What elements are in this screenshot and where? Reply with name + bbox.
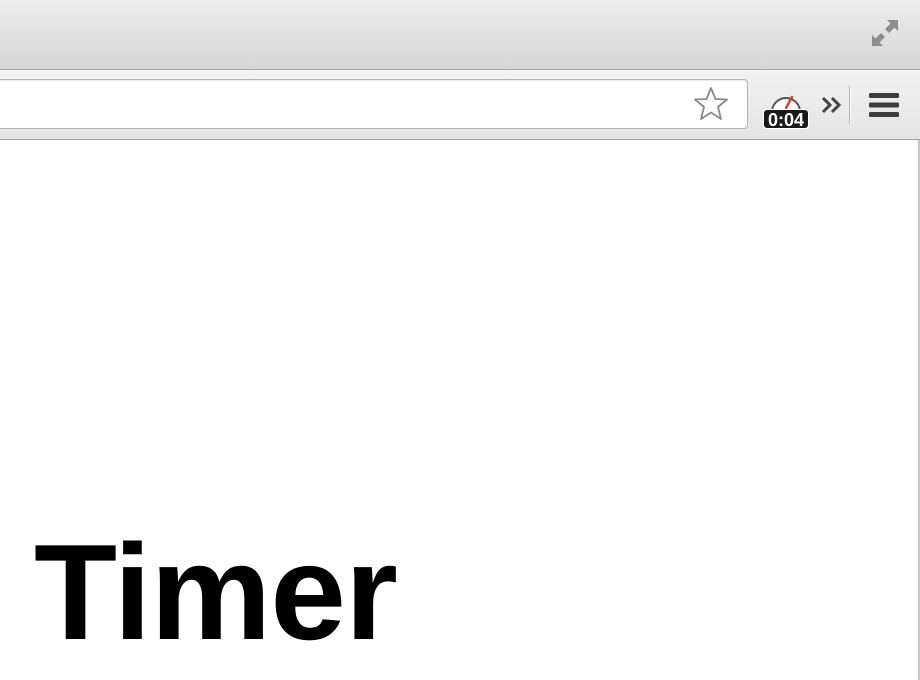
timer-badge: 0:04 — [763, 109, 809, 130]
hamburger-menu-icon — [869, 93, 899, 117]
title-bar — [0, 0, 920, 70]
address-bar[interactable] — [0, 79, 748, 130]
toolbar-separator — [849, 86, 851, 124]
page-content: Timer — [0, 140, 920, 680]
address-input[interactable] — [1, 80, 685, 130]
browser-toolbar: 0:04 — [0, 70, 920, 140]
timer-extension-button[interactable]: 0:04 — [760, 86, 812, 134]
page-title: Timer — [34, 516, 398, 668]
browser-window: 0:04 Timer — [0, 0, 920, 680]
fullscreen-button[interactable] — [866, 14, 904, 52]
star-outline-icon — [694, 87, 728, 120]
fullscreen-expand-icon — [872, 20, 898, 46]
double-chevron-right-icon — [821, 96, 842, 114]
extensions-overflow-button[interactable] — [818, 90, 846, 120]
bookmark-star-button[interactable] — [691, 84, 731, 124]
browser-menu-button[interactable] — [864, 88, 904, 122]
